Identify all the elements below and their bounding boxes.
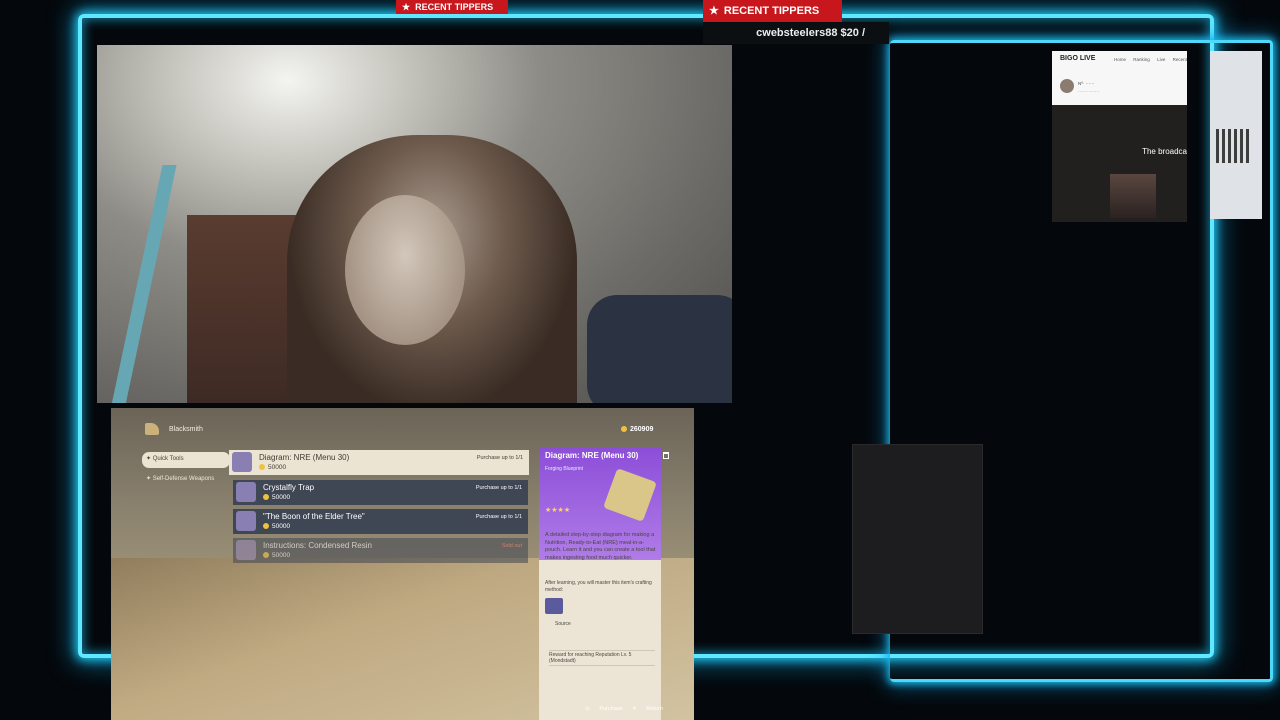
shop-item-boon-elder-tree[interactable]: "The Boon of the Elder Tree" 50000 Purch… — [233, 509, 528, 534]
bigo-stream-thumbnail[interactable] — [1110, 174, 1156, 218]
item-cost-value: 50000 — [268, 464, 287, 471]
shop-item-condensed-resin[interactable]: Instructions: Condensed Resin 50000 Sold… — [233, 538, 528, 563]
recent-tippers-label: RECENT TIPPERS — [415, 2, 494, 12]
star-icon: ★ — [402, 2, 411, 12]
condensed-resin-icon — [236, 540, 256, 560]
bigo-live-window: BIGO LIVE Home Ranking Live Recent Nº· ·… — [1052, 51, 1187, 222]
recent-tippers-banner-large: ★ RECENT TIPPERS — [703, 0, 842, 22]
category-label: Self-Defense Weapons — [152, 476, 215, 482]
item-cost: 50000 — [263, 552, 290, 559]
purchase-label: Purchase — [599, 706, 623, 712]
anvil-icon — [145, 423, 159, 435]
item-name: Instructions: Condensed Resin — [263, 541, 372, 550]
shop-item-nre-diagram[interactable]: Diagram: NRE (Menu 30) 50000 Purchase up… — [229, 450, 529, 475]
bigo-nav-recent[interactable]: Recent — [1173, 57, 1187, 62]
bigo-header: BIGO LIVE Home Ranking Live Recent Nº· ·… — [1052, 51, 1187, 105]
book-icon — [236, 511, 256, 531]
game-footer: ◎ Purchase ✕ Return — [577, 706, 663, 712]
bigo-user-sub: ······ ········· — [1078, 89, 1100, 94]
coin-icon — [259, 464, 265, 471]
item-limit: Purchase up to 1/1 — [476, 455, 523, 461]
category-label: Quick Tools — [152, 456, 184, 462]
item-name: "The Boon of the Elder Tree" — [263, 512, 365, 521]
blueprint-icon — [603, 468, 657, 522]
item-limit: Purchase up to 1/1 — [475, 485, 522, 491]
shop-item-crystalfly-trap[interactable]: Crystalfly Trap 50000 Purchase up to 1/1 — [233, 480, 528, 505]
star-icon: ★ — [709, 5, 719, 17]
crystalfly-trap-icon — [236, 482, 256, 502]
game-capture: Blacksmith 260909 ✦ Quick Tools ✦ Self-D… — [111, 408, 694, 720]
detail-reward: Reward for reaching Reputation Lv. 5 (Mo… — [549, 650, 655, 666]
category-quick-tools[interactable]: ✦ Quick Tools — [142, 452, 230, 468]
detail-source-label: Source — [555, 621, 571, 627]
item-cost: 50000 — [263, 494, 290, 501]
webcam-chair — [587, 295, 732, 403]
qr-side-panel — [1210, 51, 1262, 219]
tipper-ticker: cwebsteelers88 $20 / — [703, 22, 889, 44]
return-button[interactable]: ✕ Return — [632, 706, 663, 712]
item-cost-value: 50000 — [272, 552, 291, 559]
coin-icon — [263, 494, 269, 501]
item-cost-value: 50000 — [272, 494, 291, 501]
item-detail-panel: Diagram: NRE (Menu 30) Forging Blueprint… — [539, 448, 669, 720]
item-cost: 50000 — [263, 523, 290, 530]
bigo-nav-live[interactable]: Live — [1157, 57, 1165, 62]
coin-icon — [621, 426, 627, 433]
webcam-lamp — [111, 165, 177, 403]
currency-amount: 260909 — [630, 426, 654, 433]
item-cost: 50000 — [259, 464, 286, 471]
diagram-icon — [232, 452, 252, 472]
rarity-stars: ★★★★ — [545, 507, 571, 514]
currency-display: 260909 — [621, 426, 653, 433]
recent-tippers-banner-small: ★ RECENT TIPPERS — [396, 0, 508, 14]
return-label: Return — [646, 706, 663, 712]
qr-code-icon — [1216, 129, 1250, 163]
webcam-face — [345, 195, 465, 345]
bigo-user-name: Nº· ······ — [1078, 81, 1095, 86]
bigo-nav: Home Ranking Live Recent — [1114, 57, 1187, 62]
avatar[interactable] — [1060, 79, 1074, 93]
bigo-broadcast-message: The broadca — [1142, 147, 1187, 156]
item-cost-value: 50000 — [272, 523, 291, 530]
coin-icon — [263, 523, 269, 530]
craft-item-icon — [545, 598, 563, 614]
coin-icon — [263, 552, 269, 559]
item-name: Crystalfly Trap — [263, 483, 315, 492]
detail-after-learning: After learning, you will master this ite… — [545, 580, 652, 593]
bigo-nav-home[interactable]: Home — [1114, 57, 1126, 62]
item-limit: Sold out — [501, 543, 522, 549]
detail-title: Diagram: NRE (Menu 30) — [545, 451, 639, 460]
detail-description: A detailed step-by-step diagram for maki… — [545, 532, 656, 561]
item-limit: Purchase up to 1/1 — [475, 514, 522, 520]
trash-icon[interactable] — [663, 452, 669, 459]
bigo-nav-ranking[interactable]: Ranking — [1133, 57, 1150, 62]
bigo-logo: BIGO LIVE — [1060, 55, 1096, 62]
empty-overlay-box — [852, 444, 983, 634]
shop-title: Blacksmith — [169, 426, 203, 433]
detail-subtitle: Forging Blueprint — [545, 466, 584, 472]
purchase-button[interactable]: ◎ Purchase — [585, 706, 623, 712]
item-name: Diagram: NRE (Menu 30) — [259, 453, 350, 462]
webcam-feed — [97, 45, 732, 403]
category-self-defense-weapons[interactable]: ✦ Self-Defense Weapons — [142, 474, 220, 485]
recent-tippers-label: RECENT TIPPERS — [723, 5, 820, 17]
